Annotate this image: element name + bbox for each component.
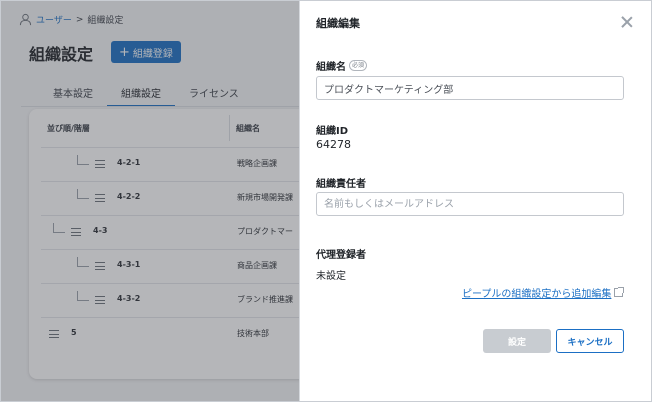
manager-search-input[interactable] [316,192,624,216]
org-id-label: 組織ID [316,126,349,137]
required-badge: 必須 [349,60,368,71]
cancel-button[interactable]: キャンセル [556,329,624,353]
drawer-title: 組織編集 [316,17,360,30]
org-name-label: 組織名 必須 [316,58,368,73]
external-link-icon [614,287,625,297]
org-name-label-text: 組織名 [316,62,346,73]
people-org-settings-link[interactable]: ピープルの組織設定から追加編集 [462,285,625,300]
org-id-value: 64278 [316,138,351,151]
proxy-registrant-value: 未設定 [316,271,346,282]
manager-label: 組織責任者 [316,179,366,190]
proxy-registrant-label: 代理登録者 [316,250,366,261]
close-icon[interactable] [620,15,634,29]
org-settings-page: ユーザー > 組織設定 組織設定 + 組織登録 基本設定 組織設定 ライセンス … [0,0,652,402]
modal-backdrop[interactable] [1,1,299,401]
people-org-settings-link-text: ピープルの組織設定から追加編集 [462,289,612,300]
edit-organization-drawer: 組織編集 組織名 必須 組織ID 64278 組織責任者 代理登録者 未設定 ピ… [299,1,651,401]
save-button[interactable]: 設定 [483,329,551,353]
org-name-input[interactable] [316,76,624,100]
